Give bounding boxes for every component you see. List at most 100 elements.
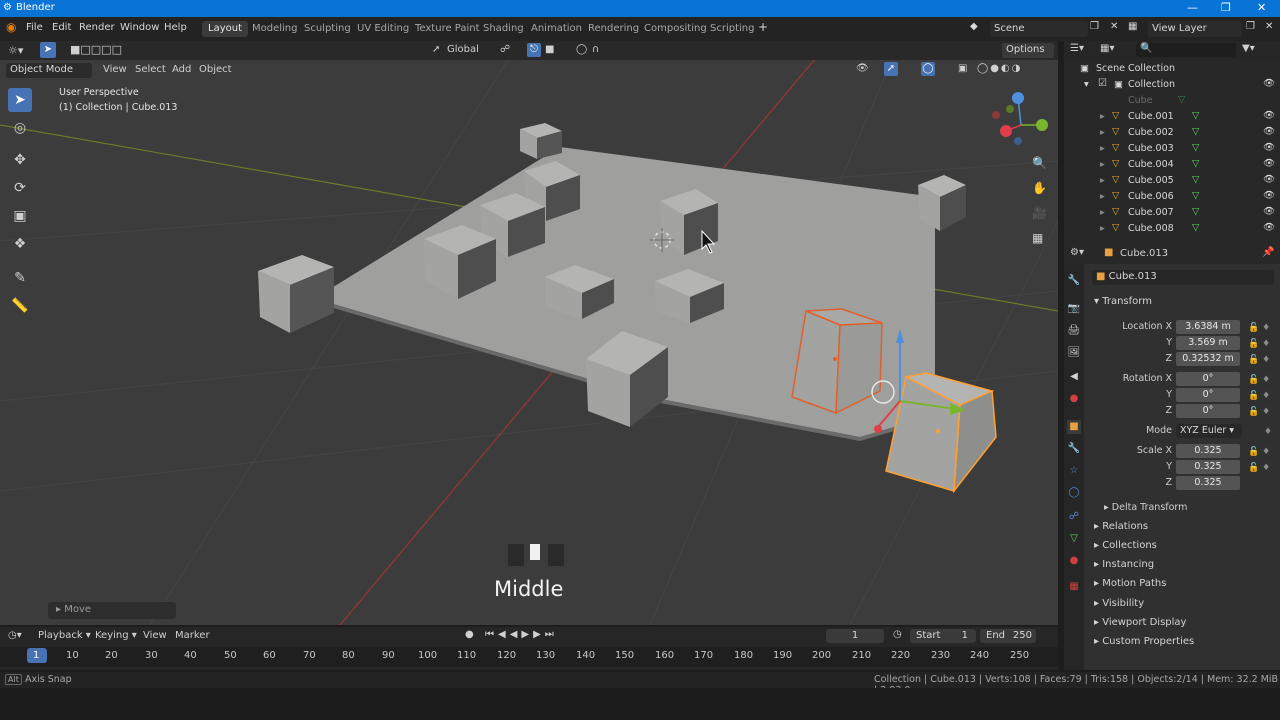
delta-transform-header[interactable]: ▸ Delta Transform bbox=[1104, 502, 1187, 513]
render-tab-icon[interactable]: 📷 bbox=[1067, 302, 1081, 316]
restore-icon[interactable]: ❐ bbox=[1221, 1, 1231, 14]
annotate-tool-icon[interactable]: ✎ bbox=[8, 266, 32, 290]
shading-mode-icons[interactable]: ◯●◐◑ bbox=[977, 63, 1022, 74]
expand-arrow-icon[interactable]: ▾ bbox=[1084, 79, 1089, 90]
orientation-icon[interactable]: ➚ bbox=[432, 44, 440, 55]
texture-tab-icon[interactable]: ▦ bbox=[1067, 580, 1081, 594]
scale-y-field[interactable]: 0.325 bbox=[1176, 460, 1240, 474]
gizmo-toggle-icon[interactable]: ➚ bbox=[884, 62, 898, 76]
falloff-icon[interactable]: ∩ bbox=[592, 44, 599, 55]
eye-icon[interactable]: 👁 bbox=[1263, 142, 1275, 153]
menu-keying[interactable]: Keying ▾ bbox=[95, 630, 137, 641]
remove-scene-icon[interactable]: ✕ bbox=[1110, 21, 1118, 32]
menu-timeline-view[interactable]: View bbox=[143, 630, 167, 641]
selected-cube-object[interactable] bbox=[791, 308, 883, 415]
eye-icon[interactable]: 👁 bbox=[1263, 110, 1275, 121]
object-datablock-field[interactable]: ■ Cube.013 bbox=[1092, 270, 1274, 285]
timeline-editor-icon[interactable]: ◷▾ bbox=[8, 630, 22, 641]
outliner-item[interactable]: ▸ ▽ Cube.001 ▽ 👁 bbox=[1064, 109, 1280, 125]
xray-icon[interactable]: ▣ bbox=[958, 63, 967, 74]
menu-help[interactable]: Help bbox=[164, 22, 187, 33]
proportional-edit-icon[interactable]: ◯ bbox=[576, 44, 587, 55]
record-icon[interactable]: ● bbox=[465, 629, 474, 640]
tab-uv-editing[interactable]: UV Editing bbox=[351, 21, 415, 37]
filter-icon[interactable]: ▼▾ bbox=[1242, 43, 1255, 54]
minimize-icon[interactable]: — bbox=[1187, 1, 1198, 14]
tab-scripting[interactable]: Scripting bbox=[704, 21, 760, 37]
navigation-gizmo[interactable] bbox=[992, 92, 1048, 145]
new-view-layer-icon[interactable]: ❐ bbox=[1246, 21, 1255, 32]
instancing-panel-header[interactable]: ▸ Instancing bbox=[1094, 559, 1154, 570]
scene-tab-icon[interactable]: ◀ bbox=[1067, 370, 1081, 384]
lock-icon[interactable]: 🔓 ♦ bbox=[1248, 388, 1276, 404]
collections-panel-header[interactable]: ▸ Collections bbox=[1094, 540, 1157, 551]
editor-type-icon[interactable]: ☼▾ bbox=[8, 44, 23, 57]
relations-panel-header[interactable]: ▸ Relations bbox=[1094, 521, 1148, 532]
selection-mode-icons[interactable]: ■□□□□ bbox=[70, 43, 122, 56]
cursor-tool-icon[interactable]: ◎ bbox=[8, 116, 32, 140]
outliner-item[interactable]: ▸ ▽ Cube.007 ▽ 👁 bbox=[1064, 205, 1280, 221]
outliner-editor-icon[interactable]: ☰▾ bbox=[1070, 43, 1084, 54]
menu-playback[interactable]: Playback ▾ bbox=[38, 630, 91, 641]
visibility-panel-header[interactable]: ▸ Visibility bbox=[1094, 598, 1144, 609]
world-tab-icon[interactable]: ● bbox=[1067, 392, 1081, 406]
eye-icon[interactable]: 👁 bbox=[1263, 206, 1275, 217]
playback-controls[interactable]: ⏮◀◀▶▶⏭ bbox=[485, 629, 558, 640]
start-frame-field[interactable]: Start 1 bbox=[910, 629, 976, 643]
outliner-item[interactable]: ▸ ▽ Cube.005 ▽ 👁 bbox=[1064, 173, 1280, 189]
select-tool-icon[interactable]: ➤ bbox=[40, 42, 56, 58]
viewport-display-panel-header[interactable]: ▸ Viewport Display bbox=[1094, 617, 1186, 628]
location-y-field[interactable]: 3.569 m bbox=[1176, 336, 1240, 350]
menu-file[interactable]: File bbox=[26, 22, 43, 33]
physics-tab-icon[interactable]: ◯ bbox=[1067, 486, 1081, 500]
rotation-z-field[interactable]: 0° bbox=[1176, 404, 1240, 418]
remove-view-layer-icon[interactable]: ✕ bbox=[1265, 21, 1273, 32]
menu-view[interactable]: View bbox=[103, 64, 127, 75]
menu-edit[interactable]: Edit bbox=[52, 22, 71, 33]
tab-rendering[interactable]: Rendering bbox=[582, 21, 645, 37]
outliner-item[interactable]: ▸ ▽ Cube.008 ▽ 👁 bbox=[1064, 221, 1280, 237]
lock-icon[interactable]: 🔓 ♦ bbox=[1248, 372, 1276, 388]
ortho-grid-icon[interactable]: ▦ bbox=[1032, 231, 1043, 245]
tab-sculpting[interactable]: Sculpting bbox=[298, 21, 357, 37]
view-layer-field[interactable]: View Layer bbox=[1148, 21, 1242, 37]
menu-object[interactable]: Object bbox=[199, 64, 232, 75]
lock-icon[interactable]: 🔓 ♦ bbox=[1248, 336, 1276, 352]
eye-icon[interactable]: 👁 bbox=[1263, 78, 1275, 89]
mode-dropdown[interactable]: Object Mode bbox=[6, 63, 92, 78]
material-tab-icon[interactable]: ● bbox=[1067, 554, 1081, 568]
constraints-tab-icon[interactable]: ☍ bbox=[1067, 510, 1081, 524]
outliner-collection[interactable]: ▾ ☑ ▣ Collection 👁 bbox=[1064, 77, 1280, 93]
modifier-tab-icon[interactable]: 🔧 bbox=[1067, 442, 1081, 456]
location-z-field[interactable]: 0.32532 m bbox=[1176, 352, 1240, 366]
lock-icon[interactable]: 🔓 ♦ bbox=[1248, 460, 1276, 476]
outliner-item[interactable]: ▸ ▽ Cube.003 ▽ 👁 bbox=[1064, 141, 1280, 157]
outliner-item[interactable]: ▸ ▽ Cube.006 ▽ 👁 bbox=[1064, 189, 1280, 205]
menu-window[interactable]: Window bbox=[120, 22, 159, 33]
tab-modeling[interactable]: Modeling bbox=[246, 21, 304, 37]
lock-icon[interactable]: 🔓 ♦ bbox=[1248, 352, 1276, 368]
measure-tool-icon[interactable]: 📏 bbox=[8, 294, 32, 318]
last-operator-panel[interactable]: ▸ Move bbox=[48, 602, 176, 619]
rotate-tool-icon[interactable]: ⟳ bbox=[8, 176, 32, 200]
object-tab-icon[interactable]: ■ bbox=[1067, 420, 1081, 434]
scale-tool-icon[interactable]: ▣ bbox=[8, 204, 32, 228]
camera-icon[interactable]: 🎥 bbox=[1032, 206, 1047, 220]
eye-icon[interactable]: 👁 bbox=[1263, 190, 1275, 201]
particles-tab-icon[interactable]: ☆ bbox=[1067, 464, 1081, 478]
pin-icon[interactable]: 📌 bbox=[1262, 247, 1274, 258]
scale-z-field[interactable]: 0.325 bbox=[1176, 476, 1240, 490]
scene-field[interactable]: Scene bbox=[990, 21, 1088, 37]
cube-object[interactable] bbox=[258, 255, 334, 333]
view-layer-icon[interactable]: ▦ bbox=[1128, 21, 1137, 32]
location-x-field[interactable]: 3.6384 m bbox=[1176, 320, 1240, 334]
clock-icon[interactable]: ◷ bbox=[893, 629, 902, 640]
close-icon[interactable]: ✕ bbox=[1257, 1, 1266, 14]
menu-marker[interactable]: Marker bbox=[175, 630, 210, 641]
cube-object[interactable] bbox=[520, 123, 562, 159]
view-layer-tab-icon[interactable]: 🖼 bbox=[1067, 346, 1081, 360]
new-scene-icon[interactable]: ❐ bbox=[1090, 21, 1099, 32]
lock-icon[interactable]: 🔓 ♦ bbox=[1248, 404, 1276, 420]
scale-x-field[interactable]: 0.325 bbox=[1176, 444, 1240, 458]
transform-panel-header[interactable]: ▾ Transform bbox=[1094, 296, 1152, 307]
